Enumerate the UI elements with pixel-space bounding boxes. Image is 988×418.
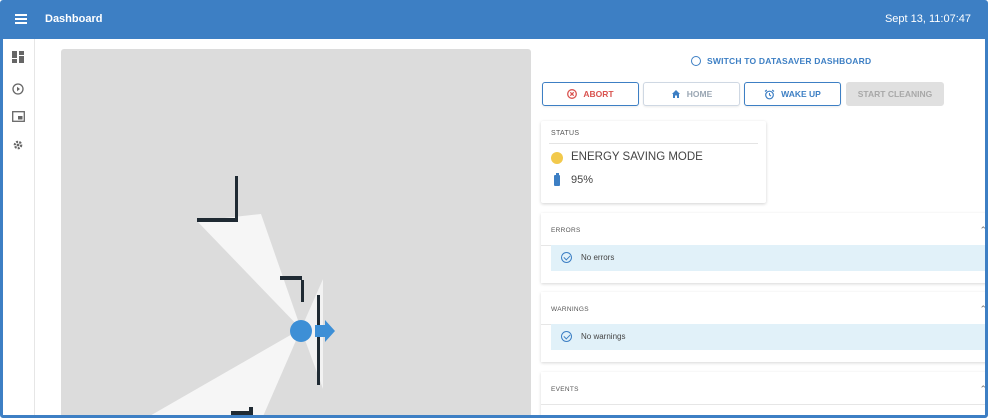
events-title: EVENTS <box>551 386 579 393</box>
home-label: HOME <box>686 89 713 99</box>
alarm-clock-icon <box>764 89 775 99</box>
collapse-events-icon[interactable]: ⌃ <box>979 384 985 395</box>
home-icon <box>671 90 680 98</box>
warnings-section: WARNINGS ⌃ No warnings <box>541 292 985 362</box>
warnings-message-row: No warnings <box>551 324 985 350</box>
play-circle-icon[interactable] <box>11 83 25 97</box>
warnings-title: WARNINGS <box>551 306 589 313</box>
datetime-display: Sept 13, 11:07:47 <box>884 13 971 25</box>
robot-map[interactable] <box>61 49 531 415</box>
energy-mode-indicator-icon <box>551 152 563 164</box>
errors-section: ERRORS ⌃ No errors <box>541 213 985 283</box>
start-cleaning-label: START CLEANING <box>857 89 933 99</box>
start-cleaning-button[interactable]: START CLEANING <box>846 82 944 106</box>
side-navigation <box>3 39 35 415</box>
home-button[interactable]: HOME <box>643 82 740 106</box>
errors-message: No errors <box>581 253 615 262</box>
picture-in-picture-icon[interactable] <box>11 111 25 125</box>
scan-cone-upper <box>197 214 301 329</box>
scan-cone-lower <box>151 329 301 415</box>
battery-level: 95% <box>571 174 594 186</box>
check-circle-icon <box>561 331 572 342</box>
switch-icon <box>691 56 701 66</box>
errors-message-row: No errors <box>551 245 985 271</box>
switch-dashboard-link[interactable]: SWITCH TO DATASAVER DASHBOARD <box>691 56 871 66</box>
menu-icon[interactable] <box>15 12 31 28</box>
top-app-bar: Dashboard Sept 13, 11:07:47 <box>3 3 985 39</box>
events-divider <box>541 404 985 405</box>
check-circle-icon <box>561 252 572 263</box>
abort-icon <box>567 89 578 99</box>
warnings-message: No warnings <box>581 332 626 341</box>
abort-label: ABORT <box>583 89 614 99</box>
wake-up-button[interactable]: WAKE UP <box>744 82 841 106</box>
wake-up-label: WAKE UP <box>781 89 821 99</box>
errors-title: ERRORS <box>551 227 581 234</box>
status-mode: ENERGY SAVING MODE <box>571 151 703 163</box>
dashboard-grid-icon[interactable] <box>11 51 25 65</box>
battery-icon <box>554 173 560 186</box>
page-title: Dashboard <box>45 13 103 25</box>
switch-dashboard-label: SWITCH TO DATASAVER DASHBOARD <box>707 56 872 66</box>
status-card: STATUS ENERGY SAVING MODE 95% <box>541 121 766 203</box>
events-section: EVENTS ⌃ <box>541 372 985 415</box>
map-canvas <box>151 176 335 415</box>
robot-marker[interactable] <box>290 320 312 342</box>
abort-button[interactable]: ABORT <box>542 82 639 106</box>
collapse-warnings-icon[interactable]: ⌃ <box>979 304 985 315</box>
collapse-errors-icon[interactable]: ⌃ <box>979 225 985 236</box>
status-divider <box>549 143 758 144</box>
app-frame: Dashboard Sept 13, 11:07:47 SWITCH TO DA… <box>0 0 988 418</box>
status-label: STATUS <box>551 130 580 137</box>
gear-icon[interactable] <box>11 139 25 153</box>
